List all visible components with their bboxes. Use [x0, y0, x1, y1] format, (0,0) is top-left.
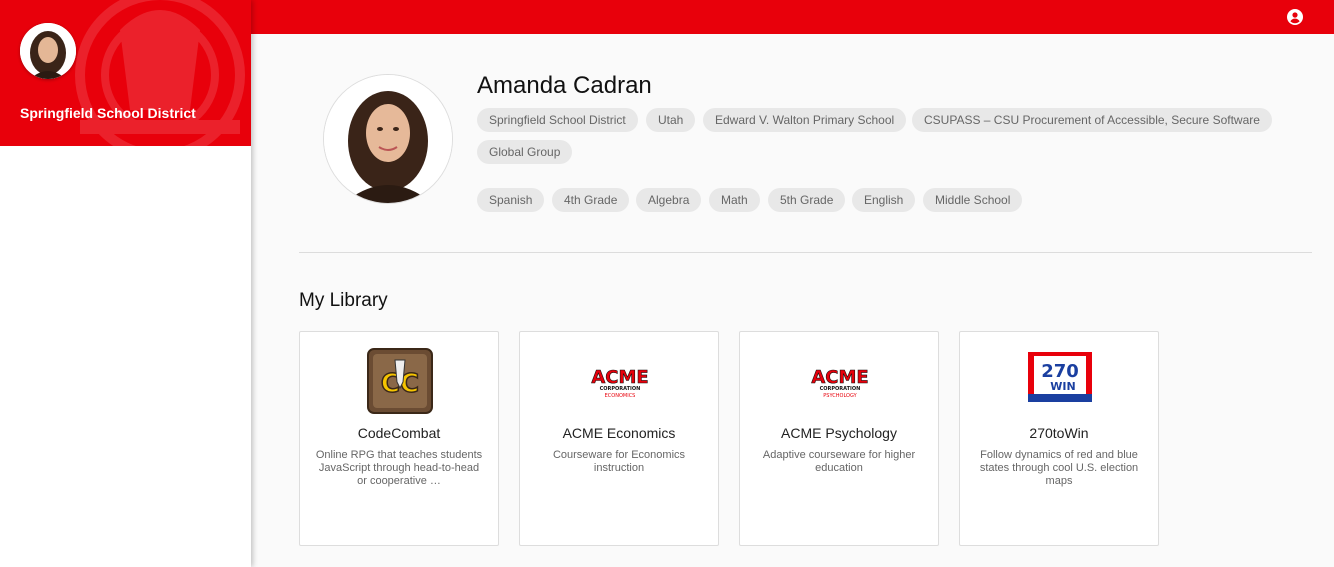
app-description: Courseware for Economics instruction: [552, 449, 686, 474]
svg-text:CORPORATION: CORPORATION: [600, 386, 641, 392]
svg-text:CORPORATION: CORPORATION: [820, 386, 861, 392]
app-card-acme-economics[interactable]: ACME CORPORATION ECONOMICS ACME Economic…: [519, 331, 719, 546]
app-title: CodeCombat: [357, 425, 441, 441]
svg-text:ACME: ACME: [591, 367, 648, 388]
app-description: Adaptive courseware for higher education: [762, 449, 916, 474]
sidebar: Springfield School District: [0, 0, 251, 567]
subject-tag[interactable]: Algebra: [636, 188, 702, 212]
svg-text:WIN: WIN: [1050, 380, 1075, 393]
main-content: Amanda Cadran Springfield School Distric…: [251, 34, 1334, 567]
profile-name: Amanda Cadran: [477, 72, 652, 99]
acme-economics-logo-icon: ACME CORPORATION ECONOMICS: [591, 367, 649, 399]
svg-text:270: 270: [1041, 361, 1079, 382]
org-tag[interactable]: Edward V. Walton Primary School: [703, 108, 907, 132]
app-description: Follow dynamics of red and blue states t…: [979, 449, 1139, 487]
account-circle-icon[interactable]: [1287, 9, 1303, 25]
subject-tag[interactable]: 5th Grade: [768, 188, 846, 212]
app-card-acme-psychology[interactable]: ACME CORPORATION PSYCHOLOGY ACME Psychol…: [739, 331, 939, 546]
270towin-logo-icon: 270 WIN: [1028, 352, 1092, 402]
avatar[interactable]: [20, 23, 76, 79]
org-tag[interactable]: Springfield School District: [477, 108, 638, 132]
codecombat-logo-icon: CC: [367, 348, 433, 414]
app-card-codecombat[interactable]: CC CodeCombat Online RPG that teaches st…: [299, 331, 499, 546]
org-tag[interactable]: Global Group: [477, 140, 573, 164]
library-title: My Library: [299, 290, 388, 311]
subject-tag[interactable]: Spanish: [477, 188, 545, 212]
divider: [299, 252, 1312, 253]
app-title: ACME Psychology: [781, 425, 897, 441]
svg-text:ACME: ACME: [811, 367, 868, 388]
svg-text:ECONOMICS: ECONOMICS: [605, 393, 636, 399]
app-card-270towin[interactable]: 270 WIN 270toWin Follow dynamics of red …: [959, 331, 1159, 546]
sidebar-header: Springfield School District: [0, 0, 251, 146]
app-title: 270toWin: [1029, 425, 1089, 441]
profile-photo: [323, 74, 453, 204]
subject-tag[interactable]: 4th Grade: [552, 188, 630, 212]
acme-psychology-logo-icon: ACME CORPORATION PSYCHOLOGY: [811, 367, 869, 399]
mascot-emblem-icon: [75, 0, 245, 146]
subject-tag[interactable]: English: [852, 188, 916, 212]
subject-tag[interactable]: Math: [709, 188, 760, 212]
subject-tag[interactable]: Middle School: [923, 188, 1023, 212]
svg-text:PSYCHOLOGY: PSYCHOLOGY: [823, 393, 857, 399]
org-tag[interactable]: CSUPASS – CSU Procurement of Accessible,…: [912, 108, 1272, 132]
org-tag[interactable]: Utah: [646, 108, 696, 132]
app-title: ACME Economics: [562, 425, 676, 441]
district-name: Springfield School District: [20, 105, 196, 121]
app-description: Online RPG that teaches students JavaScr…: [315, 449, 483, 487]
